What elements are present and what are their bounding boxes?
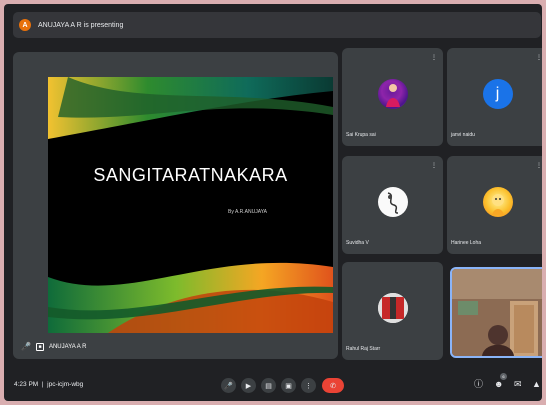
presentation-tile[interactable]: SANGITARATNAKARA By A.R.ANUJAYA 🎤 ■ ANUJ… — [13, 52, 338, 359]
participant-tile[interactable]: ⋮ Sai Krupa sai — [342, 48, 443, 146]
info-icon[interactable]: ⓘ — [474, 379, 483, 389]
presenter-label: 🎤 ■ ANUJAYA A R — [21, 343, 86, 351]
participant-name: Harinee Loha — [451, 240, 482, 246]
participant-avatar — [377, 187, 408, 217]
mic-muted-icon: ⋮ — [536, 55, 542, 61]
meeting-time-code: 4:23 PM | jpc-icjm-wbg — [14, 381, 84, 388]
meet-window: A ANUJAYA A R is presenting SANGITARATNA… — [4, 4, 542, 401]
dancer-image — [385, 84, 400, 107]
participant-name: Rahul Raj Starr — [346, 346, 381, 352]
chat-icon[interactable]: ✉ — [514, 379, 522, 389]
participant-tile[interactable]: ⋮ j janvi naidu — [447, 48, 542, 146]
camera-icon: ▶ — [245, 382, 252, 390]
participant-tile[interactable]: ⋮ Suvidha V — [342, 156, 443, 254]
participant-count-badge: 6 — [500, 373, 507, 380]
participant-name: Sai Krupa sai — [346, 132, 376, 138]
mic-muted-icon: ⋮ — [536, 163, 542, 169]
cartoon-image — [491, 194, 504, 215]
self-camera-image — [452, 269, 542, 356]
captions-button[interactable]: ▤ — [261, 378, 276, 393]
participant-avatar — [482, 187, 513, 217]
mic-button[interactable]: 🎤 — [221, 378, 236, 393]
presenting-banner: A ANUJAYA A R is presenting — [13, 12, 541, 38]
hang-up-icon: ✆ — [330, 382, 336, 390]
mic-muted-icon: ⋮ — [431, 55, 437, 61]
mic-icon: 🎤 — [224, 382, 233, 390]
presentation-slide: SANGITARATNAKARA By A.R.ANUJAYA — [48, 77, 333, 333]
meeting-code: jpc-icjm-wbg — [47, 381, 84, 388]
slide-subtitle: By A.R.ANUJAYA — [228, 209, 267, 215]
present-screen-icon: ■ — [35, 343, 44, 351]
presenting-text: ANUJAYA A R is presenting — [38, 21, 124, 29]
captions-icon: ▤ — [265, 382, 272, 390]
activities-icon[interactable]: ▲ — [532, 379, 541, 389]
mic-icon: 🎤 — [21, 342, 31, 351]
participant-name: janvi naidu — [451, 132, 475, 138]
bottom-toolbar: 4:23 PM | jpc-icjm-wbg 🎤 ▶ ▤ ▣ ⋮ ✆ ⓘ ☻ 6… — [4, 369, 542, 401]
meeting-time: 4:23 PM — [14, 381, 39, 388]
participant-avatar — [377, 79, 408, 109]
participant-tile[interactable]: Rahul Raj Starr — [342, 262, 443, 360]
participant-avatar: j — [482, 79, 513, 109]
flag-image — [377, 293, 408, 323]
slide-decoration — [48, 77, 333, 333]
camera-button[interactable]: ▶ — [241, 378, 256, 393]
presenter-avatar: A — [19, 19, 31, 31]
sketch-image — [387, 192, 398, 214]
presenter-name: ANUJAYA A R — [48, 344, 87, 350]
more-options-button[interactable]: ⋮ — [301, 378, 316, 393]
slide-title: SANGITARATNAKARA — [93, 165, 288, 185]
participant-name: Suvidha V — [346, 240, 369, 246]
present-button[interactable]: ▣ — [281, 378, 296, 393]
self-video-tile[interactable] — [450, 267, 542, 358]
end-call-button[interactable]: ✆ — [322, 378, 344, 393]
people-icon[interactable]: ☻ — [494, 379, 503, 389]
present-icon: ▣ — [285, 382, 292, 390]
mic-muted-icon: ⋮ — [431, 163, 437, 169]
participant-tile[interactable]: ⋮ Harinee Loha — [447, 156, 542, 254]
more-vert-icon: ⋮ — [305, 382, 312, 390]
participant-avatar — [377, 293, 408, 323]
